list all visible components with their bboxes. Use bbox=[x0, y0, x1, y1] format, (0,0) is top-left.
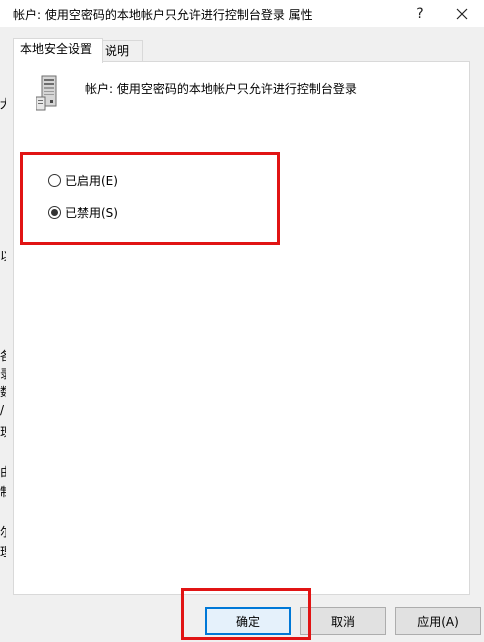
bg-fragment: 以 bbox=[0, 247, 6, 264]
properties-dialog: 犬 以 各 录 数 / 现 由 制 尔 理 帐户: 使用空密码的本地帐户只允许进… bbox=[0, 0, 484, 642]
tab-panel: 帐户: 使用空密码的本地帐户只允许进行控制台登录 bbox=[13, 61, 470, 595]
bg-fragment: 理 bbox=[0, 543, 6, 560]
radio-unchecked-icon[interactable] bbox=[48, 174, 61, 187]
bg-fragment: 尔 bbox=[0, 523, 6, 540]
ok-button-label: 确定 bbox=[235, 614, 260, 629]
policy-description: 帐户: 使用空密码的本地帐户只允许进行控制台登录 bbox=[85, 82, 357, 96]
radio-disabled[interactable]: 已禁用(S) bbox=[48, 204, 118, 221]
close-icon bbox=[456, 8, 468, 19]
bg-fragment: 现 bbox=[0, 423, 6, 440]
help-icon: ? bbox=[416, 5, 424, 22]
apply-button-label: 应用(A) bbox=[417, 614, 459, 629]
bg-fragment: 由 bbox=[0, 463, 6, 480]
title-bar[interactable]: 帐户: 使用空密码的本地帐户只允许进行控制台登录 属性 ? bbox=[0, 0, 484, 27]
cancel-button-label: 取消 bbox=[330, 614, 355, 629]
radio-enabled[interactable]: 已启用(E) bbox=[48, 172, 118, 189]
radio-checked-icon[interactable] bbox=[48, 206, 61, 219]
bg-fragment: 数 bbox=[0, 383, 6, 400]
server-icon bbox=[36, 75, 57, 111]
bg-fragment: 各 bbox=[0, 347, 6, 364]
tab-explain[interactable]: 说明 bbox=[100, 40, 143, 61]
cancel-button[interactable]: 取消 bbox=[300, 607, 386, 635]
close-button[interactable] bbox=[440, 0, 484, 27]
tab-label: 说明 bbox=[105, 44, 130, 58]
apply-button[interactable]: 应用(A) bbox=[395, 607, 481, 635]
tab-local-security-setting[interactable]: 本地安全设置 bbox=[13, 38, 103, 63]
radio-label: 已禁用(S) bbox=[65, 206, 118, 220]
radio-label: 已启用(E) bbox=[65, 174, 118, 188]
tab-label: 本地安全设置 bbox=[20, 42, 93, 56]
bg-fragment: / bbox=[0, 403, 5, 417]
bg-fragment: 制 bbox=[0, 483, 6, 500]
bg-fragment: 录 bbox=[0, 365, 6, 382]
background-window-edge: 犬 以 各 录 数 / 现 由 制 尔 理 bbox=[0, 27, 8, 642]
help-button[interactable]: ? bbox=[398, 0, 442, 27]
bg-fragment: 犬 bbox=[0, 95, 6, 112]
ok-button[interactable]: 确定 bbox=[205, 607, 291, 635]
window-title: 帐户: 使用空密码的本地帐户只允许进行控制台登录 属性 bbox=[13, 8, 313, 22]
